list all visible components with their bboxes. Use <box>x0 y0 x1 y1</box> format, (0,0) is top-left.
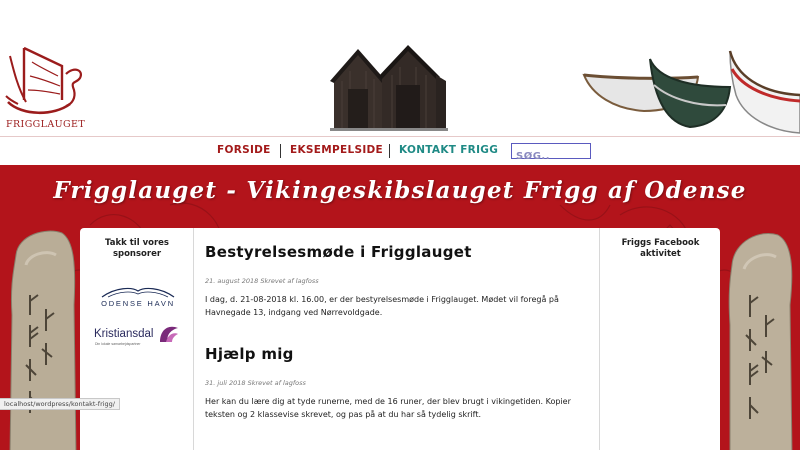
logo-wordmark: FRIGGLAUGET <box>6 119 86 130</box>
post-title[interactable]: Hjælp mig <box>205 345 589 363</box>
blog-post: Hjælp mig 31. juli 2018 Skrevet af lagfo… <box>205 345 589 421</box>
post-excerpt: Her kan du lære dig at tyde runerne, med… <box>205 397 571 419</box>
nav-link-forside[interactable]: FORSIDE <box>217 144 271 156</box>
sponsor-odense-havn-logo[interactable]: ODENSE HAVN <box>92 284 184 312</box>
site-header: FRIGGLAUGET <box>0 0 800 137</box>
nav-link-eksempelside[interactable]: EKSEMPELSIDE <box>290 144 383 156</box>
sponsors-sidebar: Takk til vores sponsorer ODENSE HAVN Kri… <box>80 228 194 450</box>
site-title: Frigglauget - Vikingeskibslauget Frigg a… <box>53 177 747 204</box>
nav-divider <box>280 144 281 158</box>
browser-status-bar: localhost/wordpress/kontakt-frigg/ <box>0 398 120 410</box>
kristiansdal-swirl-icon <box>160 326 178 342</box>
sponsor-name: ODENSE HAVN <box>101 299 175 308</box>
boats-image <box>580 45 800 135</box>
facebook-sidebar: Friggs Facebook aktivitet <box>599 228 720 450</box>
sponsor-kristiansdal-logo[interactable]: Kristiansdal Din lokale samarbejdspartne… <box>94 322 186 352</box>
blog-post: Bestyrelsesmøde i Frigglauget 21. august… <box>205 243 589 319</box>
boathouse-image <box>330 45 448 131</box>
main-navigation: FORSIDE EKSEMPELSIDE KONTAKT FRIGG <box>0 137 800 165</box>
nav-link-kontakt-frigg[interactable]: KONTAKT FRIGG <box>399 144 498 156</box>
runestone-right-image <box>724 225 796 450</box>
runestone-left-image <box>6 225 78 450</box>
sponsor-name: Kristiansdal <box>94 328 154 340</box>
nav-divider <box>389 144 390 158</box>
posts-column: Bestyrelsesmøde i Frigglauget 21. august… <box>195 228 599 450</box>
facebook-heading: Friggs Facebook aktivitet <box>621 238 700 259</box>
content-panel: Takk til vores sponsorer ODENSE HAVN Kri… <box>80 228 720 450</box>
sponsors-heading: Takk til vores sponsorer <box>105 238 169 259</box>
post-meta: 21. august 2018 Skrevet af lagfoss <box>205 277 319 285</box>
post-excerpt: I dag, d. 21-08-2018 kl. 16.00, er der b… <box>205 295 559 317</box>
post-title[interactable]: Bestyrelsesmøde i Frigglauget <box>205 243 589 261</box>
search-input[interactable] <box>512 149 590 164</box>
search-box <box>511 143 591 164</box>
post-meta: 31. juli 2018 Skrevet af lagfoss <box>205 379 306 387</box>
sponsor-tagline: Din lokale samarbejdspartner <box>95 342 141 346</box>
odense-havn-waves-icon <box>101 287 175 298</box>
